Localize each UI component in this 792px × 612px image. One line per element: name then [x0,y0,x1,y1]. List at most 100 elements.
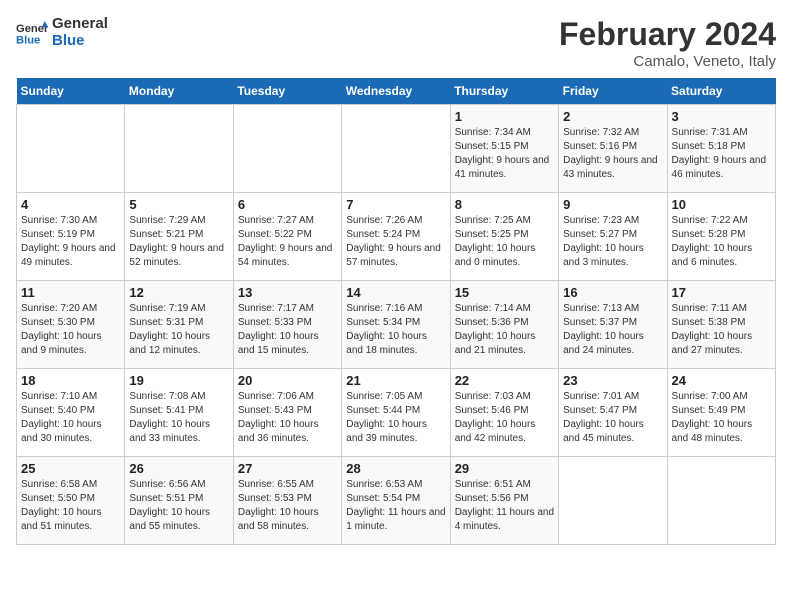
table-row: 20 Sunrise: 7:06 AM Sunset: 5:43 PM Dayli… [233,369,341,457]
day-info: Sunrise: 7:14 AM Sunset: 5:36 PM Dayligh… [455,302,554,358]
table-row: 1Sunrise: 7:34 AM Sunset: 5:15 PM Daylig… [450,105,558,193]
day-number: 17 [672,285,771,300]
table-row: 12 Sunrise: 7:19 AM Sunset: 5:31 PM Dayli… [125,281,233,369]
day-info: Sunrise: 7:01 AM Sunset: 5:47 PM Dayligh… [563,390,662,446]
table-row: 3 Sunrise: 7:31 AM Sunset: 5:18 PM Daylig… [667,105,775,193]
table-row: 9Sunrise: 7:23 AM Sunset: 5:27 PM Daylig… [559,193,667,281]
table-row: 11 Sunrise: 7:20 AM Sunset: 5:30 PM Dayli… [17,281,125,369]
table-row: 15 Sunrise: 7:14 AM Sunset: 5:36 PM Dayli… [450,281,558,369]
table-row: 29 Sunrise: 6:51 AM Sunset: 5:56 PM Dayli… [450,457,558,545]
day-info: Sunrise: 7:30 AM Sunset: 5:19 PM Dayligh… [21,214,120,270]
day-info: Sunrise: 7:13 AM Sunset: 5:37 PM Dayligh… [563,302,662,358]
day-info: Sunrise: 7:17 AM Sunset: 5:33 PM Dayligh… [238,302,337,358]
title-block: February 2024 Camalo, Veneto, Italy [559,16,776,70]
day-number: 20 [238,373,337,388]
table-row: 26 Sunrise: 6:56 AM Sunset: 5:51 PM Dayli… [125,457,233,545]
day-info: Sunrise: 6:55 AM Sunset: 5:53 PM Dayligh… [238,478,337,534]
location: Camalo, Veneto, Italy [559,53,776,70]
logo-icon: General Blue [16,19,48,47]
calendar-header-row: Sunday Monday Tuesday Wednesday Thursday… [17,78,776,105]
table-row: 19 Sunrise: 7:08 AM Sunset: 5:41 PM Dayli… [125,369,233,457]
day-number: 12 [129,285,228,300]
col-thursday: Thursday [450,78,558,105]
day-number: 25 [21,461,120,476]
page-header: General Blue General Blue February 2024 … [16,16,776,70]
day-number: 6 [238,197,337,212]
table-row: 28 Sunrise: 6:53 AM Sunset: 5:54 PM Dayli… [342,457,450,545]
day-number: 7 [346,197,445,212]
day-number: 9 [563,197,662,212]
day-info: Sunrise: 7:20 AM Sunset: 5:30 PM Dayligh… [21,302,120,358]
col-monday: Monday [125,78,233,105]
day-info: Sunrise: 7:10 AM Sunset: 5:40 PM Dayligh… [21,390,120,446]
table-row: 7 Sunrise: 7:26 AM Sunset: 5:24 PM Daylig… [342,193,450,281]
table-row: 24 Sunrise: 7:00 AM Sunset: 5:49 PM Dayli… [667,369,775,457]
table-row: 18Sunrise: 7:10 AM Sunset: 5:40 PM Dayli… [17,369,125,457]
day-number: 11 [21,285,120,300]
day-info: Sunrise: 7:00 AM Sunset: 5:49 PM Dayligh… [672,390,771,446]
day-number: 15 [455,285,554,300]
table-row [125,105,233,193]
table-row: 27Sunrise: 6:55 AM Sunset: 5:53 PM Dayli… [233,457,341,545]
day-number: 5 [129,197,228,212]
day-number: 26 [129,461,228,476]
table-row [667,457,775,545]
day-number: 28 [346,461,445,476]
svg-text:Blue: Blue [16,34,40,46]
col-saturday: Saturday [667,78,775,105]
table-row [17,105,125,193]
day-info: Sunrise: 7:32 AM Sunset: 5:16 PM Dayligh… [563,126,662,182]
day-number: 3 [672,109,771,124]
day-info: Sunrise: 7:08 AM Sunset: 5:41 PM Dayligh… [129,390,228,446]
day-number: 23 [563,373,662,388]
col-wednesday: Wednesday [342,78,450,105]
table-row: 8Sunrise: 7:25 AM Sunset: 5:25 PM Daylig… [450,193,558,281]
month-title: February 2024 [559,16,776,53]
day-info: Sunrise: 7:11 AM Sunset: 5:38 PM Dayligh… [672,302,771,358]
col-sunday: Sunday [17,78,125,105]
day-info: Sunrise: 7:05 AM Sunset: 5:44 PM Dayligh… [346,390,445,446]
calendar-week-row: 18Sunrise: 7:10 AM Sunset: 5:40 PM Dayli… [17,369,776,457]
day-number: 2 [563,109,662,124]
day-number: 24 [672,373,771,388]
table-row: 4 Sunrise: 7:30 AM Sunset: 5:19 PM Daylig… [17,193,125,281]
day-info: Sunrise: 6:56 AM Sunset: 5:51 PM Dayligh… [129,478,228,534]
table-row: 16Sunrise: 7:13 AM Sunset: 5:37 PM Dayli… [559,281,667,369]
day-info: Sunrise: 7:16 AM Sunset: 5:34 PM Dayligh… [346,302,445,358]
day-info: Sunrise: 7:22 AM Sunset: 5:28 PM Dayligh… [672,214,771,270]
day-info: Sunrise: 7:31 AM Sunset: 5:18 PM Dayligh… [672,126,771,182]
table-row: 17 Sunrise: 7:11 AM Sunset: 5:38 PM Dayli… [667,281,775,369]
calendar-week-row: 4 Sunrise: 7:30 AM Sunset: 5:19 PM Daylig… [17,193,776,281]
day-number: 29 [455,461,554,476]
calendar-week-row: 1Sunrise: 7:34 AM Sunset: 5:15 PM Daylig… [17,105,776,193]
day-info: Sunrise: 6:51 AM Sunset: 5:56 PM Dayligh… [455,478,554,534]
day-number: 13 [238,285,337,300]
day-info: Sunrise: 7:19 AM Sunset: 5:31 PM Dayligh… [129,302,228,358]
day-info: Sunrise: 7:03 AM Sunset: 5:46 PM Dayligh… [455,390,554,446]
table-row: 6Sunrise: 7:27 AM Sunset: 5:22 PM Daylig… [233,193,341,281]
day-info: Sunrise: 6:53 AM Sunset: 5:54 PM Dayligh… [346,478,445,534]
day-number: 22 [455,373,554,388]
day-info: Sunrise: 6:58 AM Sunset: 5:50 PM Dayligh… [21,478,120,534]
table-row: 2 Sunrise: 7:32 AM Sunset: 5:16 PM Daylig… [559,105,667,193]
day-number: 14 [346,285,445,300]
day-info: Sunrise: 7:29 AM Sunset: 5:21 PM Dayligh… [129,214,228,270]
day-number: 4 [21,197,120,212]
calendar-table: Sunday Monday Tuesday Wednesday Thursday… [16,78,776,545]
logo-general: General [52,16,108,33]
col-tuesday: Tuesday [233,78,341,105]
day-number: 10 [672,197,771,212]
table-row: 23 Sunrise: 7:01 AM Sunset: 5:47 PM Dayli… [559,369,667,457]
day-info: Sunrise: 7:26 AM Sunset: 5:24 PM Dayligh… [346,214,445,270]
table-row: 5 Sunrise: 7:29 AM Sunset: 5:21 PM Daylig… [125,193,233,281]
day-number: 19 [129,373,228,388]
day-info: Sunrise: 7:06 AM Sunset: 5:43 PM Dayligh… [238,390,337,446]
table-row: 14 Sunrise: 7:16 AM Sunset: 5:34 PM Dayli… [342,281,450,369]
calendar-week-row: 11 Sunrise: 7:20 AM Sunset: 5:30 PM Dayli… [17,281,776,369]
day-number: 21 [346,373,445,388]
day-number: 1 [455,109,554,124]
table-row: 22 Sunrise: 7:03 AM Sunset: 5:46 PM Dayli… [450,369,558,457]
day-number: 8 [455,197,554,212]
logo-blue: Blue [52,33,108,50]
table-row [233,105,341,193]
